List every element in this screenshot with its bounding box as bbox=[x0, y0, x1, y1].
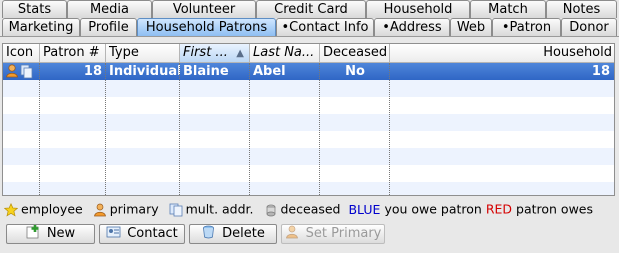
legend-red-text: patron owes bbox=[516, 201, 594, 217]
cell-patron-number: 18 bbox=[83, 64, 102, 79]
tab-media[interactable]: Media bbox=[67, 0, 152, 18]
tab-divider bbox=[0, 36, 619, 37]
column-header-icon[interactable]: Icon bbox=[3, 44, 40, 63]
column-header-first-name-label: First ... bbox=[183, 45, 228, 60]
legend-red-word: RED bbox=[485, 201, 513, 217]
cell-last-name: Abel bbox=[253, 64, 286, 79]
column-header-household[interactable]: Household bbox=[390, 44, 614, 63]
tab-household-patrons[interactable]: Household Patrons bbox=[137, 18, 276, 36]
legend-blue-word: BLUE bbox=[348, 201, 381, 217]
deceased-icon bbox=[264, 203, 278, 217]
legend-blue-text: you owe patron bbox=[384, 201, 482, 217]
tab-credit-card[interactable]: Credit Card bbox=[256, 0, 366, 18]
row-icons bbox=[5, 63, 39, 80]
delete-button[interactable]: Delete bbox=[189, 224, 277, 244]
cell-first-name: Blaine bbox=[183, 64, 229, 79]
primary-person-icon bbox=[285, 225, 300, 239]
tab-address[interactable]: •Address bbox=[374, 18, 450, 36]
contact-card-icon bbox=[106, 225, 121, 239]
column-header-first-name[interactable]: First ... ▲ bbox=[180, 44, 250, 63]
tab-notes[interactable]: Notes bbox=[546, 0, 617, 18]
sort-ascending-icon: ▲ bbox=[236, 48, 244, 59]
contact-button-label: Contact bbox=[127, 226, 178, 241]
trash-icon bbox=[201, 225, 216, 239]
legend-primary: primary bbox=[109, 201, 159, 217]
tab-donor[interactable]: Donor bbox=[561, 18, 617, 36]
tab-row-top: Stats Media Volunteer Credit Card Househ… bbox=[0, 0, 619, 19]
tab-web[interactable]: Web bbox=[450, 18, 492, 36]
column-header-deceased[interactable]: Deceased bbox=[320, 44, 390, 63]
delete-button-label: Delete bbox=[222, 226, 265, 241]
tab-household[interactable]: Household bbox=[366, 0, 470, 18]
cell-type: Individual bbox=[109, 64, 180, 79]
column-header-last-name[interactable]: Last Na... bbox=[250, 44, 320, 63]
tab-profile[interactable]: Profile bbox=[80, 18, 137, 36]
new-button[interactable]: New bbox=[6, 224, 95, 244]
household-patrons-table[interactable]: Icon Patron # Type First ... ▲ Last Na..… bbox=[2, 43, 615, 196]
tab-stats[interactable]: Stats bbox=[2, 0, 67, 18]
table-body: 18 Individual Blaine Abel No 18 bbox=[3, 63, 614, 195]
tab-match[interactable]: Match bbox=[470, 0, 546, 18]
table-row[interactable]: 18 Individual Blaine Abel No 18 bbox=[3, 63, 614, 80]
star-icon bbox=[3, 202, 19, 217]
primary-person-icon bbox=[93, 203, 107, 217]
tab-volunteer[interactable]: Volunteer bbox=[152, 0, 256, 18]
legend-deceased: deceased bbox=[280, 201, 341, 217]
contact-button[interactable]: Contact bbox=[99, 224, 185, 244]
primary-person-icon bbox=[6, 64, 33, 79]
add-icon bbox=[26, 225, 41, 239]
tab-marketing[interactable]: Marketing bbox=[2, 18, 80, 36]
tab-patron[interactable]: •Patron bbox=[492, 18, 561, 36]
set-primary-button-label: Set Primary bbox=[305, 226, 382, 241]
legend-mult-addr: mult. addr. bbox=[185, 201, 254, 217]
icon-legend: employee primary mult. addr. deceased BL… bbox=[3, 201, 594, 217]
new-button-label: New bbox=[46, 226, 76, 241]
column-header-type[interactable]: Type bbox=[106, 44, 180, 63]
tab-row-bottom: Marketing Profile Household Patrons •Con… bbox=[0, 18, 619, 37]
mult-addr-icon bbox=[169, 203, 183, 217]
legend-employee: employee bbox=[21, 201, 83, 217]
tab-contact-info[interactable]: •Contact Info bbox=[276, 18, 374, 36]
column-header-patron-number[interactable]: Patron # bbox=[40, 44, 106, 63]
cell-deceased: No bbox=[345, 64, 365, 79]
cell-household: 18 bbox=[591, 64, 610, 79]
set-primary-button[interactable]: Set Primary bbox=[281, 224, 385, 244]
